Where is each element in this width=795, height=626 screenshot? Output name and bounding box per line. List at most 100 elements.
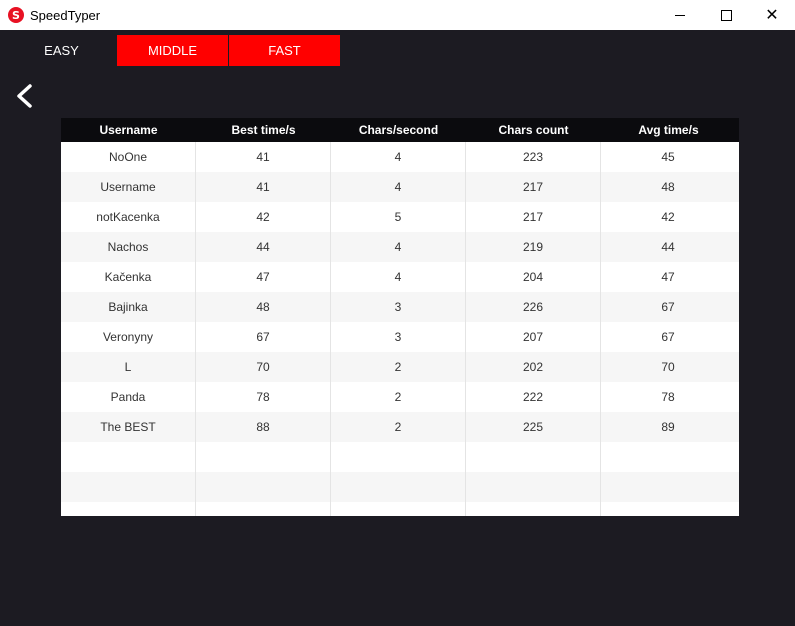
cell-best-time: 70: [196, 352, 331, 382]
table-body: NoOne 41 4 223 45 Username 41 4 217 48 notKacenka 4…: [61, 142, 739, 516]
cell-best-time: 67: [196, 322, 331, 352]
window-title: SpeedTyper: [30, 7, 101, 23]
table-row[interactable]: NoOne 41 4 223 45: [61, 142, 739, 172]
cell-avg-time: 47: [661, 270, 675, 284]
cell-username: L: [61, 352, 196, 382]
cell-avg-time: [601, 442, 735, 472]
cell-chars-second: 3: [331, 322, 466, 352]
table-row[interactable]: Nachos 44 4 219 44: [61, 232, 739, 262]
cell-best-time: 48: [196, 292, 331, 322]
cell-avg-time: 67: [661, 330, 675, 344]
cell-chars-second: 2: [331, 352, 466, 382]
close-button[interactable]: ✕: [749, 0, 795, 30]
cell-avg-time: [601, 502, 735, 516]
cell-avg-time: 89: [661, 420, 675, 434]
tab-easy[interactable]: EASY: [6, 35, 117, 66]
cell-chars-count: 225: [466, 412, 601, 442]
tab-fast[interactable]: FAST: [229, 35, 340, 66]
cell-avg-time: 67: [661, 300, 675, 314]
cell-best-time: 42: [196, 202, 331, 232]
cell-chars-count: 222: [466, 382, 601, 412]
cell-chars-count: 217: [466, 202, 601, 232]
cell-chars-count: [466, 502, 601, 516]
cell-chars-second: [331, 502, 466, 516]
cell-chars-second: [331, 442, 466, 472]
window-controls: ✕: [657, 0, 795, 30]
table-row[interactable]: The BEST 88 2 225 89: [61, 412, 739, 442]
column-header-username[interactable]: Username: [61, 118, 196, 142]
cell-chars-second: 2: [331, 382, 466, 412]
cell-avg-time: [601, 472, 735, 502]
cell-username: NoOne: [61, 142, 196, 172]
maximize-icon: [720, 9, 732, 21]
cell-username: [61, 472, 196, 502]
difficulty-tabs: EASY MIDDLE FAST: [6, 35, 341, 66]
column-header-best-time[interactable]: Best time/s: [196, 118, 331, 142]
cell-avg-time: 70: [661, 360, 675, 374]
table-row[interactable]: Bajinka 48 3 226 67: [61, 292, 739, 322]
cell-avg-time: 48: [661, 180, 675, 194]
cell-avg-time: 45: [661, 150, 675, 164]
cell-username: Veronyny: [61, 322, 196, 352]
cell-chars-count: [466, 472, 601, 502]
cell-username: notKacenka: [61, 202, 196, 232]
cell-username: Kačenka: [61, 262, 196, 292]
column-header-chars-second[interactable]: Chars/second: [331, 118, 466, 142]
cell-avg-time: 78: [661, 390, 675, 404]
empty-table-row: [61, 472, 739, 502]
cell-chars-count: 217: [466, 172, 601, 202]
cell-chars-second: [331, 472, 466, 502]
cell-chars-count: 204: [466, 262, 601, 292]
cell-chars-second: 4: [331, 142, 466, 172]
minimize-icon: [675, 14, 685, 16]
cell-best-time: 78: [196, 382, 331, 412]
table-row[interactable]: Veronyny 67 3 207 67: [61, 322, 739, 352]
cell-avg-time: 44: [661, 240, 675, 254]
empty-table-row: [61, 502, 739, 516]
cell-chars-count: 207: [466, 322, 601, 352]
cell-chars-count: 226: [466, 292, 601, 322]
cell-chars-second: 5: [331, 202, 466, 232]
minimize-button[interactable]: [657, 0, 703, 30]
cell-username: The BEST: [61, 412, 196, 442]
cell-chars-count: 223: [466, 142, 601, 172]
cell-best-time: 88: [196, 412, 331, 442]
close-icon: ✕: [765, 5, 779, 24]
cell-username: Nachos: [61, 232, 196, 262]
cell-username: [61, 442, 196, 472]
cell-best-time: [196, 472, 331, 502]
cell-username: Username: [61, 172, 196, 202]
table-row[interactable]: Kačenka 47 4 204 47: [61, 262, 739, 292]
cell-username: Bajinka: [61, 292, 196, 322]
cell-best-time: 47: [196, 262, 331, 292]
table-row[interactable]: L 70 2 202 70: [61, 352, 739, 382]
cell-best-time: [196, 442, 331, 472]
back-button[interactable]: [14, 84, 38, 108]
cell-chars-count: [466, 442, 601, 472]
cell-chars-second: 2: [331, 412, 466, 442]
column-header-avg-time[interactable]: Avg time/s: [601, 118, 736, 142]
chevron-left-icon: [17, 84, 32, 108]
cell-username: Panda: [61, 382, 196, 412]
column-header-chars-count[interactable]: Chars count: [466, 118, 601, 142]
cell-best-time: 41: [196, 142, 331, 172]
cell-chars-second: 4: [331, 172, 466, 202]
cell-chars-second: 3: [331, 292, 466, 322]
table-row[interactable]: notKacenka 42 5 217 42: [61, 202, 739, 232]
table-row[interactable]: Panda 78 2 222 78: [61, 382, 739, 412]
cell-username: [61, 502, 196, 516]
tab-middle[interactable]: MIDDLE: [117, 35, 228, 66]
table-row[interactable]: Username 41 4 217 48: [61, 172, 739, 202]
empty-table-row: [61, 442, 739, 472]
cell-chars-second: 4: [331, 232, 466, 262]
cell-best-time: 44: [196, 232, 331, 262]
title-bar: S SpeedTyper ✕: [0, 0, 795, 30]
cell-chars-count: 202: [466, 352, 601, 382]
leaderboard-table: Username Best time/s Chars/second Chars …: [61, 118, 739, 516]
maximize-button[interactable]: [703, 0, 749, 30]
cell-avg-time: 42: [661, 210, 675, 224]
cell-chars-count: 219: [466, 232, 601, 262]
table-header: Username Best time/s Chars/second Chars …: [61, 118, 739, 142]
cell-chars-second: 4: [331, 262, 466, 292]
cell-best-time: 41: [196, 172, 331, 202]
